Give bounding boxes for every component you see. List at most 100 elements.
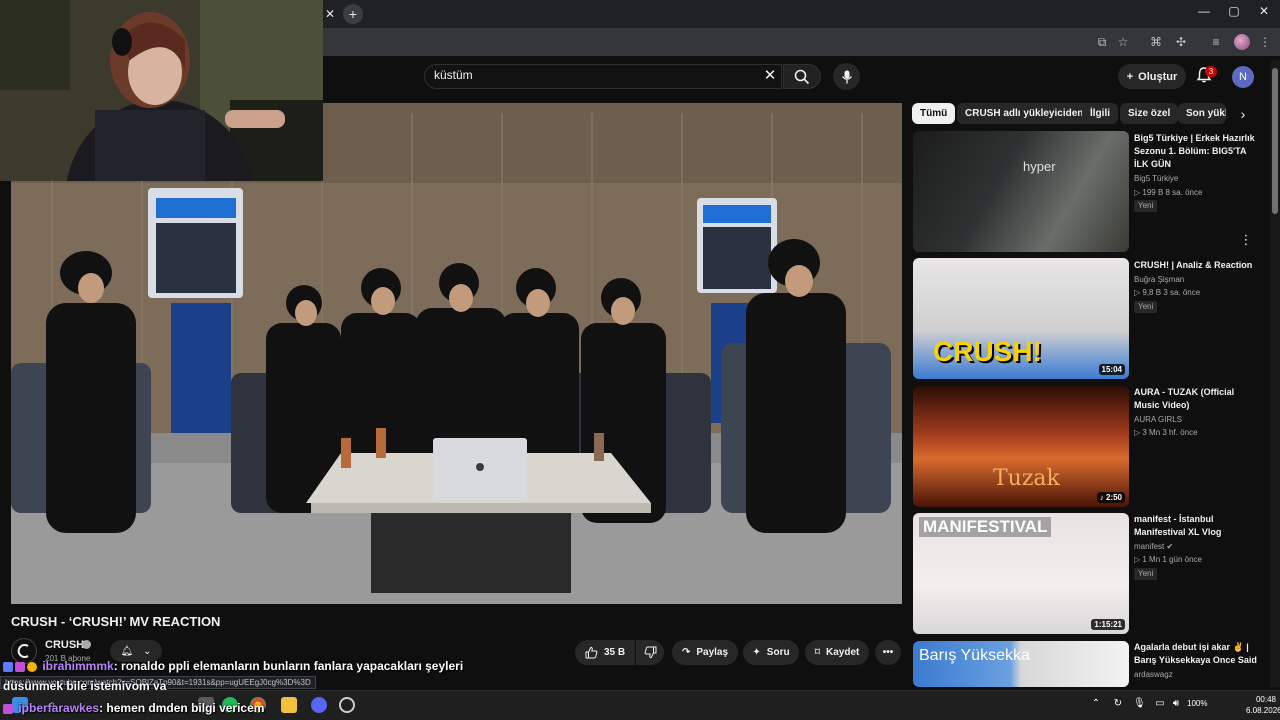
bookmark-icon: ⌑ (814, 647, 821, 658)
tray-clock[interactable]: 00:48 6.08.2026 (1246, 694, 1280, 716)
chip-recently-uploaded[interactable]: Son yükl (1178, 103, 1226, 124)
voice-search-button[interactable] (833, 63, 860, 90)
scrollbar-thumb[interactable] (1272, 68, 1278, 214)
chat-text: : ronaldo ppli elemanların bunların fanl… (113, 659, 464, 673)
rec-thumbnail[interactable]: hyper (913, 131, 1129, 252)
chevron-down-icon: ⌄ (143, 645, 152, 657)
more-horizontal-icon: ••• (882, 647, 894, 658)
share-icon: ↷ (681, 647, 691, 658)
account-avatar[interactable]: N (1232, 66, 1254, 88)
like-count: 35 B (603, 647, 626, 658)
tab-close-icon[interactable]: ✕ (320, 4, 340, 24)
rec-meta: ▷ 3 Mn 3 hf. önce (1134, 428, 1198, 437)
tray-chevron-up-icon[interactable]: ⌃ (1090, 698, 1102, 709)
tray-date: 6.08.2026 (1246, 706, 1280, 715)
rec-title[interactable]: AURA - TUZAK (Official Music Video) (1134, 386, 1259, 412)
duration-badge: 15:04 (1098, 364, 1125, 375)
thumbnail-text: Tuzak (993, 466, 1060, 491)
clear-search-icon[interactable]: ✕ (762, 66, 778, 86)
chat-username: ipberfarawkes (18, 701, 100, 715)
media-controls-icon[interactable]: ≡ (1206, 32, 1226, 52)
chip-for-you[interactable]: Size özel (1120, 103, 1179, 124)
video-title: CRUSH - ‘CRUSH!’ MV REACTION (11, 614, 221, 629)
rec-channel[interactable]: Buğra Şişman (1134, 275, 1184, 284)
file-explorer-icon[interactable] (281, 697, 297, 713)
rec-channel[interactable]: manifest ✔ (1134, 542, 1173, 551)
verified-check-icon (82, 640, 91, 649)
chat-message: ipberfarawkes: hemen dmden bilgi vericem (3, 701, 264, 715)
ask-button[interactable]: ✦ Soru (743, 640, 799, 665)
tray-battery-level[interactable]: 100% (1187, 699, 1207, 708)
save-label: Kaydet (826, 647, 860, 658)
more-vertical-icon[interactable]: ⋮ (1239, 232, 1253, 248)
chat-username: ibrahimmmk (42, 659, 114, 673)
rec-meta: ▷ 1 Mn 1 gün önce (1134, 555, 1202, 564)
obs-app-icon[interactable] (339, 697, 355, 713)
dislike-button[interactable] (636, 640, 664, 665)
like-button[interactable]: 35 B (575, 640, 635, 665)
rec-meta: ▷ 9,8 B 3 sa. önce (1134, 288, 1201, 297)
create-button[interactable]: + Oluştur (1118, 64, 1186, 89)
share-label: Paylaş (696, 647, 729, 658)
rec-title[interactable]: Big5 Türkiye | Erkek Hazırlık Sezonu 1. … (1134, 132, 1259, 171)
create-button-label: Oluştur (1138, 70, 1178, 83)
rec-title[interactable]: CRUSH! | Analiz & Reaction (1134, 259, 1259, 272)
new-badge: Yeni (1134, 568, 1158, 580)
rec-channel[interactable]: ardaswagz (1134, 670, 1173, 679)
close-window-icon[interactable]: ✕ (1250, 4, 1278, 18)
new-badge: Yeni (1134, 301, 1158, 313)
chat-badge-icon (15, 661, 25, 672)
channel-name[interactable]: CRUSH (45, 639, 84, 651)
webcam-overlay (0, 0, 323, 181)
rec-thumbnail[interactable]: CRUSH! 15:04 (913, 258, 1129, 379)
chat-text: : hemen dmden bilgi vericem (99, 701, 265, 715)
chevron-right-icon[interactable]: › (1234, 105, 1252, 123)
translate-icon[interactable]: ⌘ (1146, 32, 1166, 52)
maximize-window-icon[interactable]: ▢ (1220, 4, 1248, 18)
thumbnail-text: Barış Yüksekka (919, 647, 1030, 664)
channel-logo-icon (17, 644, 29, 658)
new-tab-button[interactable]: + (343, 4, 363, 24)
browser-menu-icon[interactable]: ⋮ (1255, 32, 1275, 52)
install-app-icon[interactable]: ⧉ (1092, 32, 1112, 52)
browser-profile-avatar[interactable] (1234, 34, 1250, 50)
tray-display-icon[interactable]: ▭ (1154, 698, 1166, 709)
tray-sync-icon[interactable]: ↻ (1112, 698, 1124, 709)
tray-microphone-icon[interactable]: 🎙︎ (1133, 698, 1146, 709)
bookmark-star-icon[interactable]: ☆ (1113, 32, 1133, 52)
more-actions-button[interactable]: ••• (875, 640, 901, 665)
chip-related[interactable]: İlgili (1082, 103, 1118, 124)
search-query-text[interactable]: küstüm (434, 68, 473, 82)
rec-channel[interactable]: Big5 Türkiye (1134, 174, 1178, 183)
share-button[interactable]: ↷ Paylaş (672, 640, 738, 665)
sparkle-icon: ✦ (752, 647, 761, 658)
minimize-window-icon[interactable]: — (1190, 4, 1218, 18)
rec-title[interactable]: manifest - İstanbul Manifestival XL Vlog (1134, 513, 1259, 539)
extensions-icon[interactable]: ✣ (1171, 32, 1191, 52)
search-icon (794, 69, 810, 84)
search-input[interactable] (424, 64, 782, 89)
thumbnail-text: hyper (1023, 159, 1056, 174)
chat-badge-icon (3, 661, 13, 672)
rec-channel[interactable]: AURA GIRLS (1134, 415, 1182, 424)
plus-icon: + (1126, 70, 1134, 83)
duration-badge: 1:15:21 (1091, 619, 1125, 630)
tray-volume-icon[interactable]: 🔊︎ (1170, 698, 1182, 709)
duration-badge: ♪ 2:50 (1096, 492, 1125, 503)
save-button[interactable]: ⌑ Kaydet (805, 640, 869, 665)
chip-from-uploader[interactable]: CRUSH adlı yükleyiciden (957, 103, 1092, 124)
chip-all[interactable]: Tümü (912, 103, 956, 124)
new-badge: Yeni (1134, 200, 1158, 212)
rec-thumbnail[interactable]: Barış Yüksekka (913, 641, 1129, 687)
bell-icon: 🔔︎ (120, 645, 134, 657)
discord-app-icon[interactable] (311, 697, 327, 713)
tray-time: 00:48 (1255, 695, 1276, 704)
rec-thumbnail[interactable]: MANIFESTIVAL 1:15:21 (913, 513, 1129, 634)
rec-meta: ▷ 199 B 8 sa. önce (1134, 188, 1203, 197)
thumbs-down-icon (644, 646, 656, 659)
rec-thumbnail[interactable]: Tuzak ♪ 2:50 (913, 386, 1129, 507)
search-button[interactable] (783, 64, 821, 89)
rec-title[interactable]: Agalarla debut işi akar ✌️ | Barış Yükse… (1134, 641, 1259, 667)
chat-message: ibrahimmmk: ronaldo ppli elemanların bun… (3, 659, 463, 673)
chat-badge-icon (3, 703, 13, 714)
